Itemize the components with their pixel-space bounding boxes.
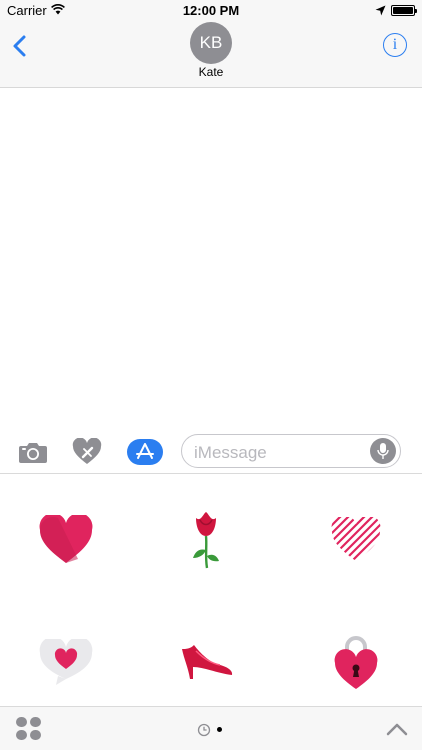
camera-button[interactable] xyxy=(17,436,49,468)
sticker-browser xyxy=(0,475,422,706)
battery-icon xyxy=(391,5,417,16)
app-drawer-button[interactable] xyxy=(16,717,42,741)
contact-avatar[interactable]: KB xyxy=(190,22,232,64)
location-arrow-icon xyxy=(375,5,386,16)
sticker-striped-heart[interactable] xyxy=(321,505,391,575)
status-bar: Carrier 12:00 PM xyxy=(0,0,422,22)
heart-tools-icon xyxy=(72,438,102,464)
red-heart-icon xyxy=(39,515,93,563)
clock-icon[interactable] xyxy=(197,723,211,737)
sticker-heart-speech-bubble[interactable] xyxy=(31,628,101,698)
page-indicator[interactable] xyxy=(197,723,229,737)
high-heel-icon xyxy=(182,645,233,679)
microphone-icon xyxy=(377,443,389,459)
app-drawer-icon-dot xyxy=(16,730,27,740)
page-dot-active[interactable] xyxy=(217,727,222,732)
app-drawer-icon-dot xyxy=(30,717,41,727)
camera-icon xyxy=(19,443,47,463)
status-time: 12:00 PM xyxy=(182,3,240,18)
rose-icon xyxy=(193,512,219,569)
contact-name[interactable]: Kate xyxy=(0,65,422,79)
app-drawer-icon xyxy=(16,717,27,727)
app-store-icon xyxy=(136,443,154,459)
heart-speech-bubble-icon xyxy=(39,639,93,685)
chevron-up-icon[interactable] xyxy=(385,719,409,739)
digital-touch-button[interactable] xyxy=(71,436,103,468)
app-store-button[interactable] xyxy=(127,439,163,465)
heart-padlock-icon xyxy=(334,636,378,689)
compose-bar: iMessage xyxy=(0,430,422,474)
sticker-red-heart[interactable] xyxy=(31,505,101,575)
message-list xyxy=(0,89,422,430)
message-input-placeholder: iMessage xyxy=(194,443,267,462)
app-drawer-icon-dot xyxy=(30,730,41,740)
sticker-red-high-heel[interactable] xyxy=(171,628,241,698)
info-button[interactable]: i xyxy=(383,33,407,57)
microphone-button[interactable] xyxy=(370,438,396,464)
app-drawer-bar xyxy=(0,706,422,750)
striped-heart-icon xyxy=(331,517,381,561)
sticker-heart-padlock[interactable] xyxy=(321,628,391,698)
back-chevron-icon[interactable] xyxy=(10,34,30,58)
message-input[interactable]: iMessage xyxy=(181,434,401,468)
sticker-rose[interactable] xyxy=(171,505,241,575)
conversation-header: KB Kate i xyxy=(0,22,422,88)
